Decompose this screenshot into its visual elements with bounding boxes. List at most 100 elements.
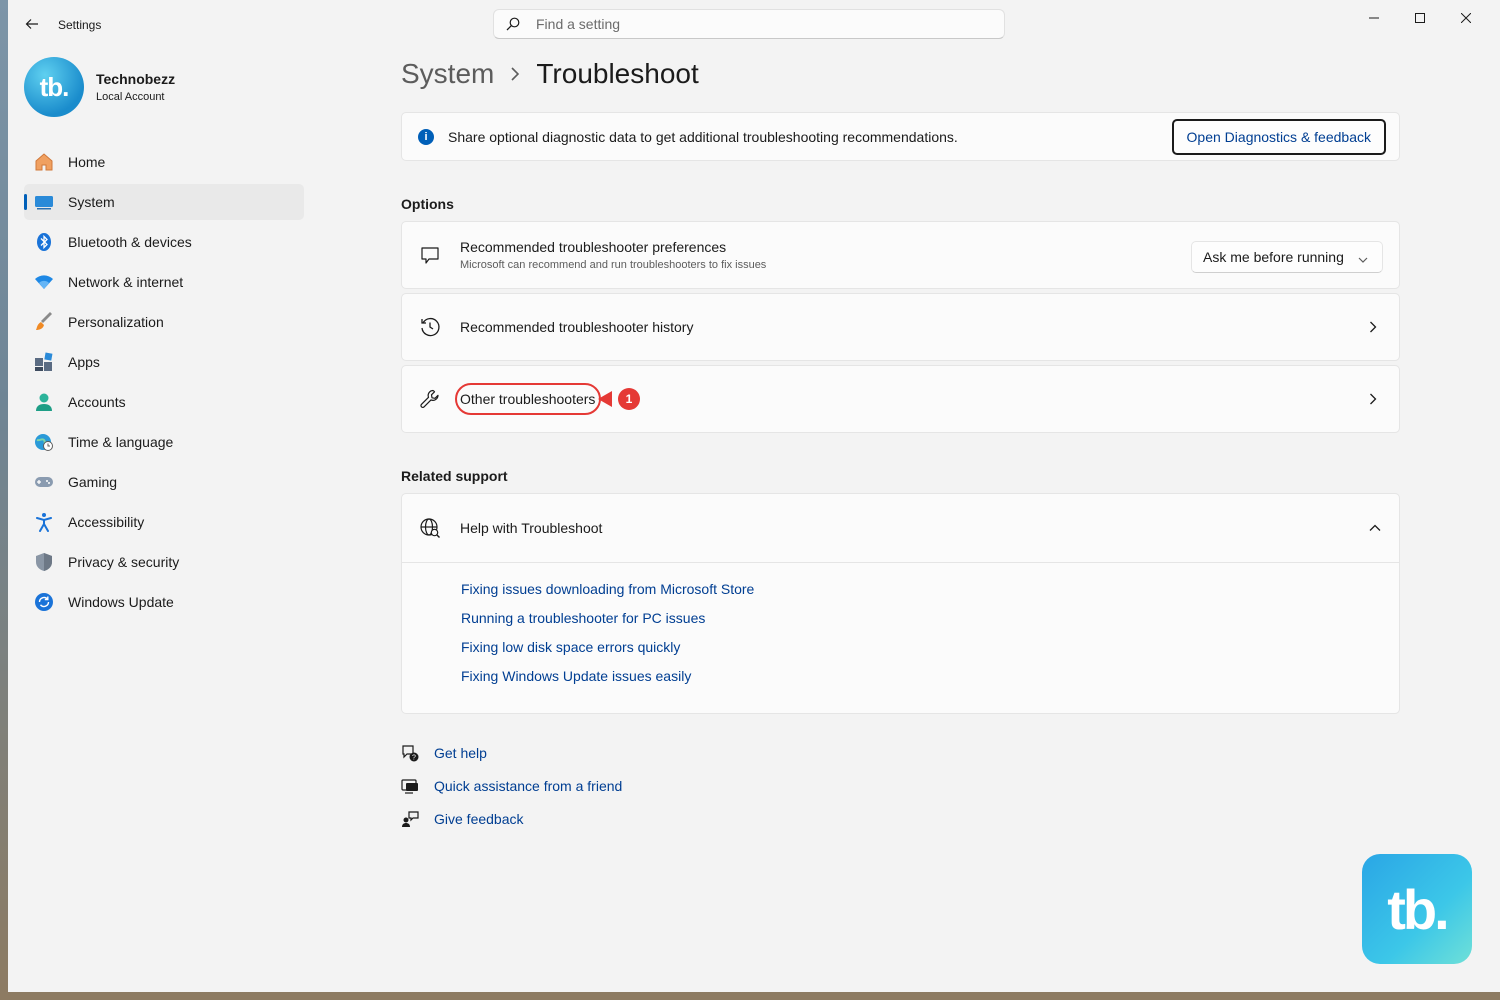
sidebar-item-label: Accounts	[68, 394, 126, 410]
sidebar-item-accounts[interactable]: Accounts	[24, 384, 304, 420]
dropdown-selected-value: Ask me before running	[1203, 249, 1344, 265]
feedback-icon	[401, 810, 419, 828]
app-title: Settings	[58, 18, 102, 32]
sidebar-item-windows-update[interactable]: Windows Update	[24, 584, 304, 620]
sidebar-item-personalization[interactable]: Personalization	[24, 304, 304, 340]
sidebar-item-apps[interactable]: Apps	[24, 344, 304, 380]
sidebar-item-label: System	[68, 194, 115, 210]
sidebar-item-label: Windows Update	[68, 594, 174, 610]
sidebar-item-label: Home	[68, 154, 106, 170]
search-input[interactable]	[534, 15, 978, 33]
accessibility-icon	[34, 512, 54, 532]
maximize-button[interactable]	[1397, 4, 1443, 32]
chevron-right-icon	[1369, 393, 1381, 405]
shield-icon	[34, 552, 54, 572]
related-support-heading: Related support	[401, 468, 508, 484]
search-icon	[506, 16, 522, 32]
preferences-subtitle: Microsoft can recommend and run troubles…	[460, 259, 767, 271]
close-button[interactable]	[1443, 4, 1489, 32]
chevron-right-icon	[510, 67, 520, 81]
brush-icon	[34, 312, 54, 332]
help-expander-header[interactable]: Help with Troubleshoot	[402, 494, 1399, 562]
quick-assist-label: Quick assistance from a friend	[434, 777, 623, 794]
bluetooth-icon	[34, 232, 54, 252]
breadcrumb: System Troubleshoot	[401, 58, 699, 90]
svg-text:?: ?	[412, 754, 416, 761]
help-link[interactable]: Fixing low disk space errors quickly	[461, 639, 1399, 668]
history-title: Recommended troubleshooter history	[460, 319, 694, 335]
globe-clock-icon	[34, 432, 54, 452]
close-icon	[1461, 13, 1471, 23]
globe-search-icon	[418, 516, 442, 540]
gamepad-icon	[34, 472, 54, 492]
sidebar-item-gaming[interactable]: Gaming	[24, 464, 304, 500]
profile-account-type: Local Account	[96, 91, 165, 103]
sidebar-item-label: Gaming	[68, 474, 118, 490]
home-icon	[34, 152, 54, 172]
sidebar-item-system[interactable]: System	[24, 184, 304, 220]
sidebar-item-label: Bluetooth & devices	[68, 234, 192, 250]
back-arrow-icon	[25, 19, 38, 29]
chevron-right-icon	[1369, 321, 1381, 333]
help-chat-icon: ?	[401, 744, 419, 762]
sidebar-nav: Home System Bluetooth & devices Network …	[24, 144, 304, 624]
info-icon: i	[418, 128, 434, 145]
wrench-icon	[418, 387, 442, 411]
diagnostics-info-banner: i Share optional diagnostic data to get …	[401, 112, 1400, 161]
minimize-button[interactable]	[1351, 4, 1397, 32]
help-expander: Help with Troubleshoot Fixing issues dow…	[401, 493, 1400, 714]
system-icon	[34, 192, 54, 212]
sidebar-item-network[interactable]: Network & internet	[24, 264, 304, 300]
troubleshooter-history-row[interactable]: Recommended troubleshooter history	[401, 293, 1400, 361]
breadcrumb-parent[interactable]: System	[401, 58, 494, 90]
open-diagnostics-button[interactable]: Open Diagnostics & feedback	[1171, 119, 1386, 155]
sidebar-item-label: Privacy & security	[68, 554, 180, 570]
help-link[interactable]: Fixing Windows Update issues easily	[461, 668, 1399, 697]
minimize-icon	[1369, 17, 1379, 19]
preferences-title: Recommended troubleshooter preferences	[460, 239, 727, 255]
sidebar-item-privacy-security[interactable]: Privacy & security	[24, 544, 304, 580]
wifi-icon	[34, 272, 54, 292]
sidebar-item-home[interactable]: Home	[24, 144, 304, 180]
accounts-icon	[34, 392, 54, 412]
sidebar-item-label: Network & internet	[68, 274, 184, 290]
step-badge: 1	[618, 388, 640, 410]
apps-icon	[34, 352, 54, 372]
other-troubleshooters-row[interactable]: Other troubleshooters 1	[401, 365, 1400, 433]
help-links-list: Fixing issues downloading from Microsoft…	[402, 562, 1399, 713]
chevron-down-icon	[1358, 252, 1368, 268]
back-button[interactable]	[20, 12, 44, 36]
profile-name: Technobezz	[96, 71, 176, 87]
options-heading: Options	[401, 196, 454, 212]
sidebar-item-accessibility[interactable]: Accessibility	[24, 504, 304, 540]
sidebar-item-bluetooth[interactable]: Bluetooth & devices	[24, 224, 304, 260]
title-bar: Settings	[8, 0, 1500, 48]
help-expander-title: Help with Troubleshoot	[460, 520, 603, 536]
help-link[interactable]: Fixing issues downloading from Microsoft…	[461, 581, 1399, 610]
chat-bubble-icon	[418, 243, 442, 267]
history-icon	[418, 315, 442, 339]
sidebar-item-label: Apps	[68, 354, 100, 370]
annotation-highlight	[455, 383, 601, 415]
sidebar-item-time-language[interactable]: Time & language	[24, 424, 304, 460]
maximize-icon	[1415, 13, 1425, 23]
quick-assist-icon	[401, 777, 419, 795]
user-profile[interactable]: tb. Technobezz Local Account	[24, 57, 175, 117]
chevron-up-icon	[1369, 522, 1381, 534]
get-help-link[interactable]: ? Get help	[401, 736, 622, 769]
sidebar-item-label: Accessibility	[68, 514, 145, 530]
sidebar-item-label: Personalization	[68, 314, 164, 330]
footer-links: ? Get help Quick assistance from a frien…	[401, 736, 622, 835]
page-title: Troubleshoot	[536, 58, 699, 89]
preferences-dropdown[interactable]: Ask me before running	[1191, 241, 1383, 273]
annotation-arrow	[598, 391, 612, 407]
troubleshooter-preferences-row: Recommended troubleshooter preferences M…	[401, 221, 1400, 289]
help-link[interactable]: Running a troubleshooter for PC issues	[461, 610, 1399, 639]
quick-assist-link[interactable]: Quick assistance from a friend	[401, 769, 622, 802]
search-box[interactable]	[493, 9, 1005, 39]
avatar: tb.	[24, 57, 84, 117]
brand-watermark-logo: tb.	[1362, 854, 1472, 964]
settings-window: Settings tb. Technobezz Local Account	[8, 0, 1500, 992]
sidebar-item-label: Time & language	[68, 434, 174, 450]
give-feedback-link[interactable]: Give feedback	[401, 802, 622, 835]
